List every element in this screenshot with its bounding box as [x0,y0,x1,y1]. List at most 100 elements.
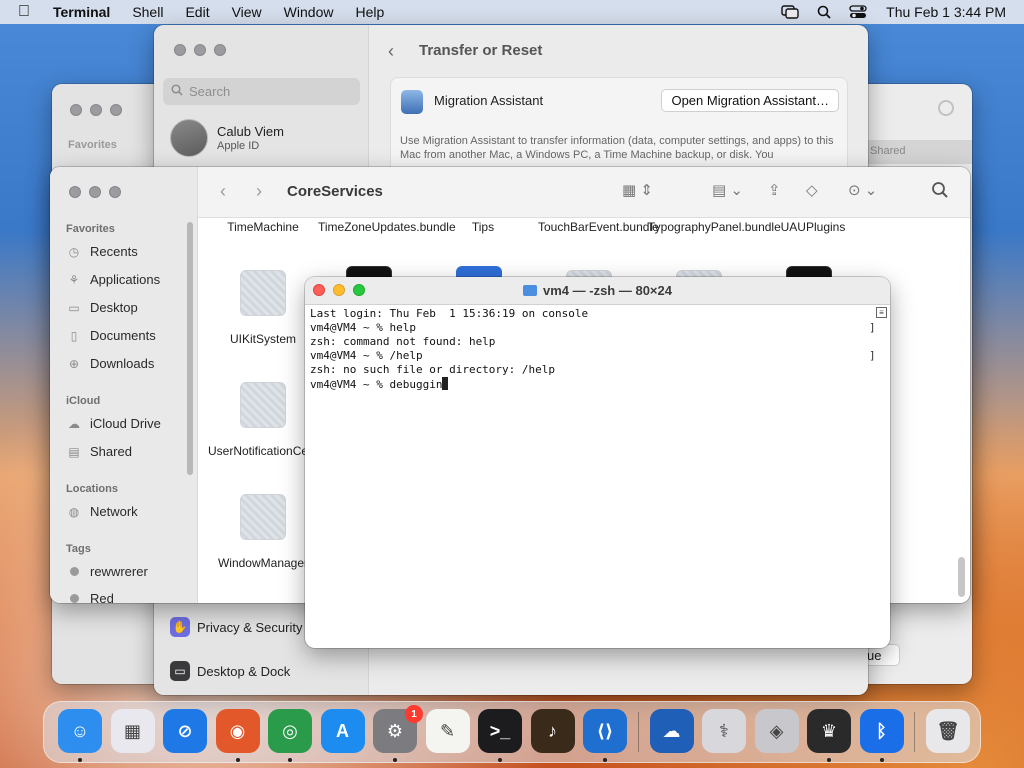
terminal-title: vm4 — -zsh — 80×24 [543,283,672,298]
menu-clock[interactable]: Thu Feb 1 3:44 PM [886,4,1006,20]
back-search-icon[interactable] [938,100,954,116]
file-icon[interactable] [240,382,286,428]
finder-icon[interactable]: ☺ [58,709,102,753]
zoom-icon[interactable] [214,44,226,56]
menu-edit[interactable]: Edit [185,4,209,20]
terminal-output[interactable]: Last login: Thu Feb 1 15:36:19 on consol… [310,307,588,392]
desktop-icon: ▭ [68,300,80,315]
file-item[interactable]: Tips [428,219,538,235]
scroll-toggle-icon[interactable]: ≡ [876,307,887,318]
line-marker-icon: ] [869,321,876,334]
file-item[interactable]: TouchBarEvent.bundle [538,219,659,235]
menu-shell[interactable]: Shell [132,4,163,20]
terminal-icon[interactable]: >_ [478,709,522,753]
disk-utility-icon[interactable]: ⚕ [702,709,746,753]
sidebar-item-label: Desktop [90,300,138,315]
screen-mirroring-icon[interactable] [778,4,802,20]
view-mode-icon[interactable]: ▦ ⇕ [622,181,653,199]
back-window-controls [70,104,122,116]
alfred-icon[interactable]: ♛ [807,709,851,753]
terminal-titlebar: vm4 — -zsh — 80×24 [305,277,890,305]
file-item[interactable]: TimeZoneUpdates.bundle [318,219,456,235]
running-indicator [288,758,292,762]
menu-app-name[interactable]: Terminal [53,4,110,20]
cloud-icon: ☁ [68,416,80,431]
trash-icon[interactable]: 🗑 [926,709,970,753]
sidebar-tag-item[interactable]: rewwrerer [66,564,148,579]
apple-id-row[interactable]: Calub Viem Apple ID [170,119,284,157]
sidebar-scrollbar[interactable] [187,222,193,475]
file-item[interactable]: WindowManager [208,555,318,571]
open-migration-button[interactable]: Open Migration Assistant… [661,89,839,112]
settings-search-field[interactable]: Search [163,78,360,105]
sidebar-item-desktop[interactable]: ▭ Desktop [66,300,138,315]
weather-icon[interactable]: ☁ [649,709,694,753]
launchpad-icon[interactable]: ▦ [110,709,155,753]
clock-icon: ◷ [68,244,80,259]
menu-window[interactable]: Window [284,4,334,20]
sidebar-item-applications[interactable]: ⚘ Applications [66,272,161,287]
bootcamp-icon[interactable]: ◈ [754,709,799,753]
close-icon[interactable] [174,44,186,56]
file-item[interactable]: UIKitSystem [208,331,318,347]
sidebar-item-label: Applications [90,272,161,287]
share-icon[interactable]: ⇪ [768,181,781,199]
apple-menu-icon[interactable]:  [12,3,36,21]
close-icon[interactable] [70,104,82,116]
terminal-line: zsh: no such file or directory: /help [310,363,556,376]
sidebar-item-label: Red [90,591,114,603]
vscode-icon[interactable]: ⟨⟩ [583,709,627,753]
group-icon[interactable]: ▤ ⌄ [712,181,743,199]
chrome-icon[interactable]: ◎ [268,709,312,753]
sidebar-item-desktop-dock[interactable]: ▭ Desktop & Dock [170,661,290,681]
garageband-icon[interactable]: ♪ [530,709,575,753]
sidebar-item-recents[interactable]: ◷ Recents [66,244,138,259]
sidebar-item-icloud-drive[interactable]: ☁ iCloud Drive [66,416,161,431]
finder-title: CoreServices [287,183,383,200]
running-indicator [498,758,502,762]
forward-chevron-icon[interactable]: › [256,181,262,202]
file-item[interactable]: TimeMachine [208,219,318,235]
sidebar-item-downloads[interactable]: ⊕ Downloads [66,356,154,371]
finder-scrollbar[interactable] [958,557,965,597]
bluetooth-icon[interactable]: ᛒ [859,709,904,753]
minimize-icon[interactable] [89,186,101,198]
terminal-window: vm4 — -zsh — 80×24 Last login: Thu Feb 1… [305,277,890,648]
sidebar-item-label: Downloads [90,356,155,371]
running-indicator [393,758,397,762]
close-icon[interactable] [69,186,81,198]
sidebar-item-shared[interactable]: ▤ Shared [66,444,132,459]
system-settings-icon[interactable]: ⚙ 1 [373,705,423,753]
file-icon[interactable] [240,494,286,540]
menu-help[interactable]: Help [355,4,384,20]
zoom-icon[interactable] [110,104,122,116]
sidebar-item-documents[interactable]: ▯ Documents [66,328,156,343]
minimize-icon[interactable] [90,104,102,116]
minimize-icon[interactable] [194,44,206,56]
safari-icon[interactable]: ⊘ [163,709,207,753]
document-icon: ▯ [70,328,78,343]
sidebar-item-network[interactable]: ◍ Network [66,504,138,519]
file-icon[interactable] [240,270,286,316]
dock-separator [914,712,915,752]
sidebar-item-label: Network [90,504,138,519]
control-center-icon[interactable] [846,4,870,20]
file-item[interactable]: UAUPlugins [758,219,868,235]
file-item[interactable]: TypographyPanel.bundle [648,219,781,235]
search-icon[interactable] [812,4,836,20]
tag-icon[interactable]: ◇ [806,181,818,199]
zoom-icon[interactable] [109,186,121,198]
sidebar-tag-red[interactable]: Red [66,591,114,603]
shared-folder-icon: ▤ [68,444,80,459]
terminal-line: zsh: command not found: help [310,335,496,348]
search-icon[interactable] [931,181,949,203]
app-store-icon[interactable]: A [320,709,365,753]
back-chevron-icon[interactable]: ‹ [388,41,394,62]
more-actions-icon[interactable]: ⊙ ⌄ [848,181,877,199]
menu-view[interactable]: View [232,4,262,20]
file-item[interactable]: UserNotificationCenter [208,443,329,459]
sidebar-item-privacy-security[interactable]: ✋ Privacy & Security [170,617,302,637]
back-chevron-icon[interactable]: ‹ [220,181,226,202]
firefox-icon[interactable]: ◉ [215,709,260,753]
textedit-icon[interactable]: ✎ [425,709,470,753]
